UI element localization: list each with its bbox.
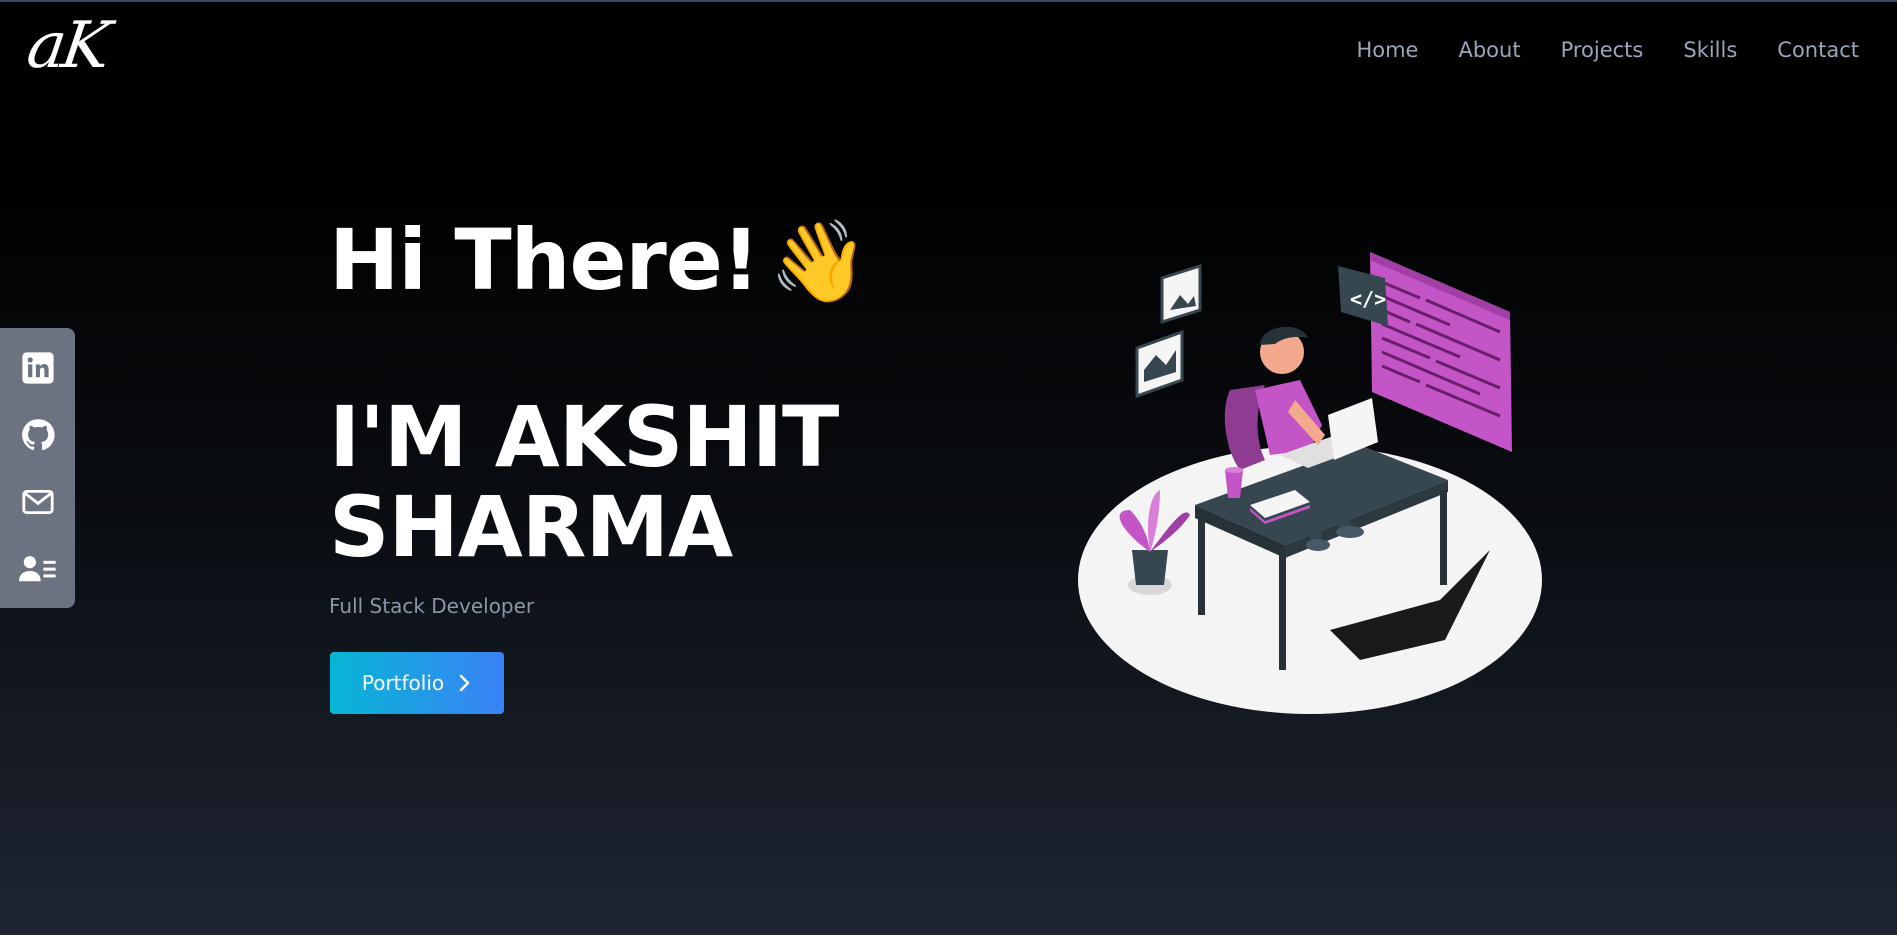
waving-hand-icon: 👋	[769, 215, 869, 308]
svg-text:</>: </>	[1350, 287, 1386, 311]
contact-card-icon[interactable]	[18, 550, 57, 588]
social-sidebar	[0, 328, 75, 608]
hero-name: I'M AKSHIT SHARMA	[329, 392, 929, 572]
hero-greeting: Hi There! 👋	[329, 205, 869, 317]
nav-home[interactable]: Home	[1356, 38, 1418, 62]
linkedin-icon[interactable]	[19, 349, 57, 387]
logo[interactable]: aK	[22, 6, 111, 86]
mail-icon[interactable]	[19, 483, 57, 521]
github-icon[interactable]	[19, 416, 57, 454]
nav-contact[interactable]: Contact	[1777, 38, 1859, 62]
nav-skills[interactable]: Skills	[1683, 38, 1737, 62]
greeting-text: Hi There!	[329, 211, 760, 309]
main-nav: Home About Projects Skills Contact	[1356, 38, 1859, 62]
nav-about[interactable]: About	[1458, 38, 1520, 62]
name-line-2: SHARMA	[329, 478, 733, 576]
chevron-right-icon	[459, 674, 470, 692]
portfolio-button[interactable]: Portfolio	[330, 652, 504, 714]
portfolio-button-label: Portfolio	[361, 671, 445, 695]
top-border	[0, 0, 1897, 2]
name-line-1: I'M AKSHIT	[329, 388, 839, 486]
hero-role: Full Stack Developer	[329, 594, 535, 618]
nav-projects[interactable]: Projects	[1561, 38, 1644, 62]
developer-illustration: </>	[1060, 240, 1560, 720]
